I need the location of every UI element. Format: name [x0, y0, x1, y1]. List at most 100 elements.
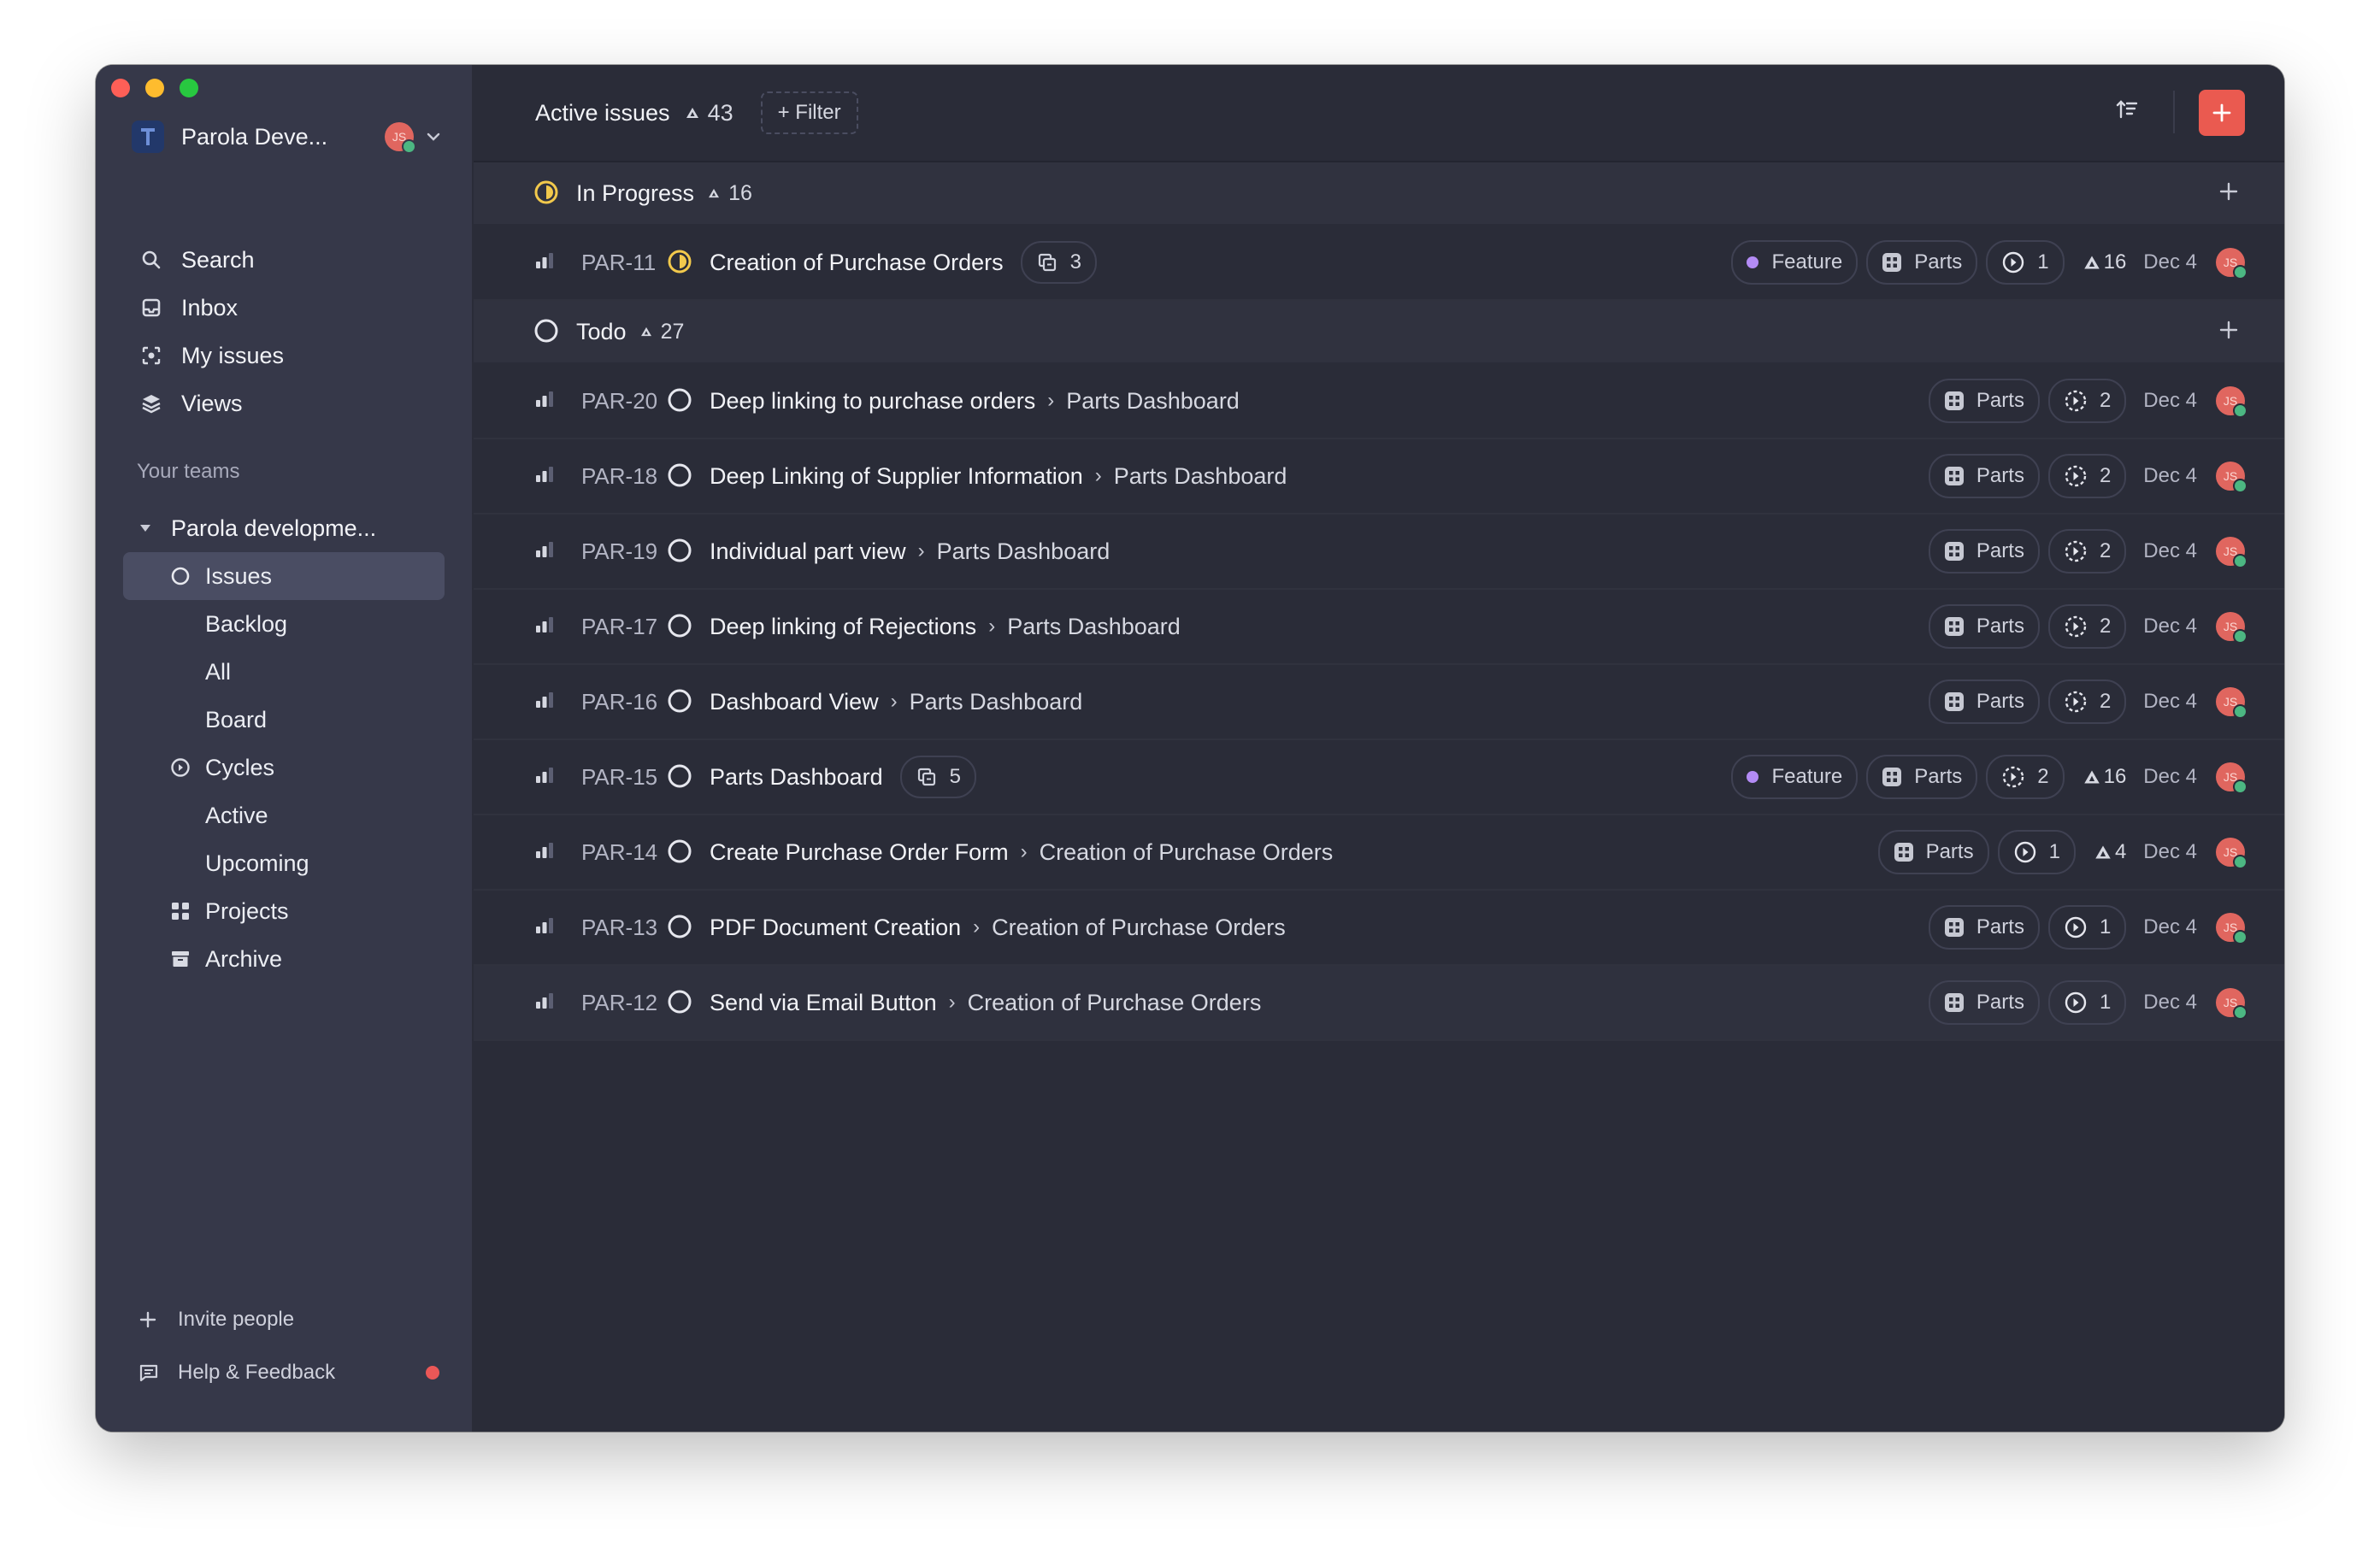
label-chip[interactable]: Feature	[1730, 240, 1859, 285]
due-date[interactable]: Dec 4	[2143, 250, 2197, 274]
add-issue-to-group-icon[interactable]	[2218, 180, 2240, 203]
estimate[interactable]: 16	[2083, 250, 2126, 274]
due-date[interactable]: Dec 4	[2143, 539, 2197, 563]
priority-medium-icon[interactable]	[535, 542, 556, 561]
project-chip[interactable]: Parts	[1928, 679, 2040, 724]
project-chip[interactable]: Parts	[1877, 830, 1989, 874]
group-header-todo[interactable]: Todo 27	[474, 301, 2284, 364]
parent-issue-link[interactable]: Parts Dashboard	[910, 689, 1083, 715]
priority-medium-icon[interactable]	[535, 843, 556, 862]
cycle-chip[interactable]: 1	[1986, 240, 2065, 285]
filter-button[interactable]: + Filter	[760, 91, 858, 134]
due-date[interactable]: Dec 4	[2143, 765, 2197, 789]
team-nav-projects[interactable]: Projects	[123, 887, 445, 935]
issue-row[interactable]: PAR-20 Deep linking to purchase orders › Pa…	[474, 364, 2284, 439]
priority-medium-icon[interactable]	[535, 391, 556, 410]
parent-issue-link[interactable]: Parts Dashboard	[937, 538, 1110, 565]
parent-issue-link[interactable]: Creation of Purchase Orders	[1040, 839, 1334, 866]
due-date[interactable]: Dec 4	[2143, 389, 2197, 413]
project-chip[interactable]: Parts	[1928, 905, 2040, 950]
parent-issue-link[interactable]: Parts Dashboard	[1007, 614, 1181, 640]
cycle-chip[interactable]: 2	[2047, 379, 2127, 423]
parent-issue-link[interactable]: Parts Dashboard	[1066, 388, 1240, 415]
todo-status-icon[interactable]	[667, 462, 694, 490]
assignee-avatar[interactable]: JS	[2216, 838, 2247, 869]
cycle-chip[interactable]: 2	[2047, 604, 2127, 649]
issue-row[interactable]: PAR-16 Dashboard View › Parts Dashboard Part…	[474, 665, 2284, 740]
assignee-avatar[interactable]: JS	[2216, 687, 2247, 719]
issue-row[interactable]: PAR-13 PDF Document Creation › Creation of …	[474, 891, 2284, 966]
cycle-chip[interactable]: 2	[2047, 454, 2127, 498]
assignee-avatar[interactable]: JS	[2216, 462, 2247, 493]
due-date[interactable]: Dec 4	[2143, 840, 2197, 864]
team-nav-active[interactable]: Active	[123, 791, 445, 839]
priority-medium-icon[interactable]	[535, 993, 556, 1012]
assignee-avatar[interactable]: JS	[2216, 248, 2247, 279]
parent-issue-link[interactable]: Creation of Purchase Orders	[968, 990, 1262, 1016]
issue-row[interactable]: PAR-19 Individual part view › Parts Dashboa…	[474, 515, 2284, 590]
nav-inbox[interactable]: Inbox	[121, 284, 445, 332]
project-chip[interactable]: Parts	[1928, 980, 2040, 1025]
due-date[interactable]: Dec 4	[2143, 915, 2197, 939]
nav-my-issues[interactable]: My issues	[121, 332, 445, 379]
project-chip[interactable]: Parts	[1928, 454, 2040, 498]
new-issue-button[interactable]	[2199, 90, 2245, 136]
team-nav-backlog[interactable]: Backlog	[123, 600, 445, 648]
team-nav-archive[interactable]: Archive	[123, 935, 445, 983]
todo-status-icon[interactable]	[667, 763, 694, 791]
priority-medium-icon[interactable]	[535, 467, 556, 485]
assignee-avatar[interactable]: JS	[2216, 386, 2247, 418]
in-progress-status-icon[interactable]	[667, 249, 694, 276]
assignee-avatar[interactable]: JS	[2216, 988, 2247, 1020]
priority-medium-icon[interactable]	[535, 617, 556, 636]
chevron-down-icon[interactable]	[426, 132, 441, 142]
priority-medium-icon[interactable]	[535, 253, 556, 272]
todo-status-icon[interactable]	[667, 538, 694, 565]
workspace-switcher[interactable]: Parola Deve... JS	[132, 115, 441, 159]
label-chip[interactable]: Feature	[1730, 755, 1859, 799]
cycle-chip[interactable]: 1	[2047, 980, 2127, 1025]
cycle-chip[interactable]: 1	[1997, 830, 2076, 874]
project-chip[interactable]: Parts	[1928, 379, 2040, 423]
cycle-chip[interactable]: 2	[2047, 679, 2127, 724]
issue-row[interactable]: PAR-17 Deep linking of Rejections › Parts D…	[474, 590, 2284, 665]
close-window-button[interactable]	[111, 79, 130, 97]
todo-status-icon[interactable]	[667, 613, 694, 640]
maximize-window-button[interactable]	[180, 79, 198, 97]
invite-people-button[interactable]: Invite people	[138, 1308, 294, 1332]
parent-issue-link[interactable]: Creation of Purchase Orders	[992, 915, 1286, 941]
priority-medium-icon[interactable]	[535, 918, 556, 937]
sub-issues-count[interactable]: 3	[1020, 241, 1098, 284]
todo-status-icon[interactable]	[667, 914, 694, 941]
assignee-avatar[interactable]: JS	[2216, 612, 2247, 644]
user-avatar[interactable]: JS	[385, 122, 416, 154]
cycle-chip[interactable]: 2	[2047, 529, 2127, 574]
issue-row[interactable]: PAR-18 Deep Linking of Supplier Informati…	[474, 439, 2284, 515]
parent-issue-link[interactable]: Parts Dashboard	[1114, 463, 1287, 490]
assignee-avatar[interactable]: JS	[2216, 913, 2247, 944]
sub-issues-count[interactable]: 5	[899, 756, 976, 798]
due-date[interactable]: Dec 4	[2143, 464, 2197, 488]
assignee-avatar[interactable]: JS	[2216, 537, 2247, 568]
cycle-chip[interactable]: 2	[1986, 755, 2065, 799]
add-issue-to-group-icon[interactable]	[2218, 319, 2240, 341]
issue-row[interactable]: PAR-12 Send via Email Button › Creation of …	[474, 966, 2284, 1041]
team-nav-upcoming[interactable]: Upcoming	[123, 839, 445, 887]
help-feedback-button[interactable]: Help & Feedback	[138, 1361, 472, 1385]
project-chip[interactable]: Parts	[1866, 755, 1978, 799]
project-chip[interactable]: Parts	[1928, 529, 2040, 574]
todo-status-icon[interactable]	[667, 989, 694, 1016]
todo-status-icon[interactable]	[667, 387, 694, 415]
issue-row[interactable]: PAR-14 Create Purchase Order Form › Creatio…	[474, 815, 2284, 891]
nav-views[interactable]: Views	[121, 379, 445, 427]
project-chip[interactable]: Parts	[1928, 604, 2040, 649]
priority-medium-icon[interactable]	[535, 768, 556, 786]
team-nav-all[interactable]: All	[123, 648, 445, 696]
nav-search[interactable]: Search	[121, 236, 445, 284]
project-chip[interactable]: Parts	[1866, 240, 1978, 285]
due-date[interactable]: Dec 4	[2143, 615, 2197, 638]
sort-icon[interactable]	[2115, 97, 2139, 121]
estimate[interactable]: 4	[2094, 840, 2126, 864]
due-date[interactable]: Dec 4	[2143, 690, 2197, 714]
todo-status-icon[interactable]	[667, 688, 694, 715]
